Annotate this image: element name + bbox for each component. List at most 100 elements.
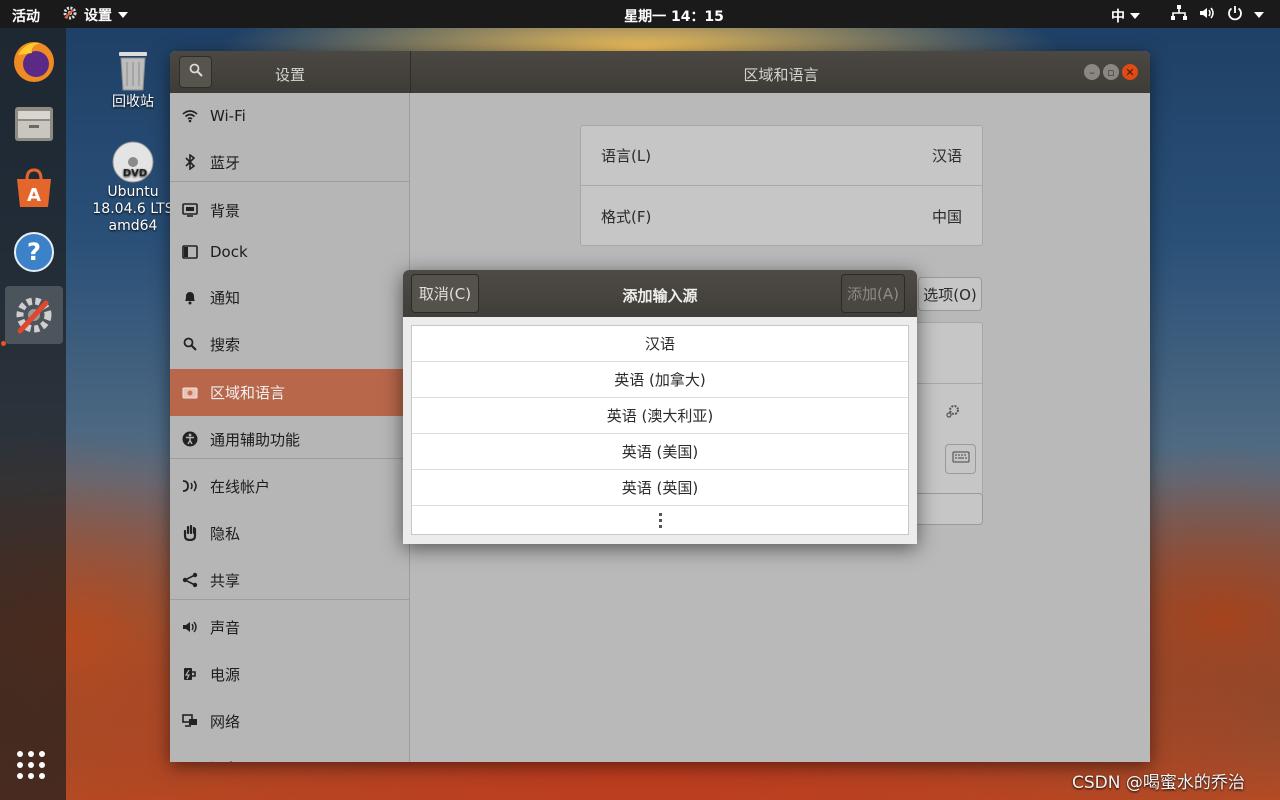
sidebar-item-bluetooth[interactable]: 蓝牙 <box>170 139 410 185</box>
close-button[interactable]: ✕ <box>1122 64 1138 80</box>
minimize-icon: – <box>1089 65 1095 79</box>
sidebar-item-power[interactable]: 电源 <box>170 651 410 697</box>
close-icon: ✕ <box>1125 65 1135 79</box>
more-vertical-icon <box>658 512 662 528</box>
sidebar-item-background[interactable]: 背景 <box>170 187 410 233</box>
list-item-label: 英语 (加拿大) <box>614 371 706 389</box>
sidebar-item-label: 背景 <box>210 201 241 220</box>
sidebar-item-privacy[interactable]: 隐私 <box>170 510 410 556</box>
maximize-button[interactable]: ▫ <box>1103 64 1119 80</box>
keyboard-layout-button[interactable] <box>945 444 976 474</box>
running-indicator <box>1 341 6 346</box>
software-center-icon[interactable]: A <box>5 159 63 217</box>
keyboard-icon <box>952 451 970 467</box>
sidebar-item-label: 蓝牙 <box>210 153 241 172</box>
input-source-settings-icon[interactable] <box>945 403 961 423</box>
network-icon <box>1170 4 1188 26</box>
trash-icon <box>91 46 175 94</box>
sidebar-item-label: 声音 <box>210 618 241 637</box>
sidebar-item-notifications[interactable]: 通知 <box>170 274 410 320</box>
sidebar-item-label: Wi-Fi <box>210 107 246 125</box>
sidebar-item-accessibility[interactable]: 通用辅助功能 <box>170 416 410 462</box>
power-icon <box>1226 4 1244 26</box>
sidebar-item-network[interactable]: 网络 <box>170 698 410 744</box>
bluetooth-icon <box>170 154 210 170</box>
sidebar-separator <box>170 599 410 600</box>
add-input-source-dialog: 取消(C) 添加输入源 添加(A) 汉语 英语 (加拿大) 英语 (澳大利亚) … <box>403 270 917 544</box>
maximize-icon: ▫ <box>1107 65 1115 79</box>
sidebar-item-label: Dock <box>210 243 248 261</box>
trash-desktop-icon[interactable]: 回收站 <box>91 46 175 111</box>
chevron-down-icon <box>1130 13 1140 19</box>
language-formats-panel: 语言(L) 汉语 格式(F) 中国 <box>580 125 983 246</box>
accessibility-icon <box>170 431 210 447</box>
trash-label: 回收站 <box>112 94 154 110</box>
list-item[interactable]: 英语 (美国) <box>412 434 908 470</box>
sidebar-item-label: 通用辅助功能 <box>210 430 301 449</box>
formats-value: 中国 <box>931 207 962 226</box>
sidebar-item-online-accounts[interactable]: 在线帐户 <box>170 463 410 509</box>
volume-icon <box>1198 4 1216 26</box>
sidebar-title: 设置 <box>274 66 305 84</box>
sidebar-separator <box>170 458 410 459</box>
sidebar-item-devices[interactable]: 设备 › <box>170 745 410 763</box>
devices-icon <box>170 761 210 762</box>
hand-icon <box>170 525 210 541</box>
help-icon[interactable]: ? <box>5 223 63 281</box>
chevron-down-icon <box>1254 12 1264 18</box>
search-button[interactable] <box>179 56 212 88</box>
sidebar-item-label: 区域和语言 <box>210 384 286 402</box>
chevron-right-icon: › <box>382 760 388 762</box>
sidebar-item-label: 电源 <box>210 665 241 684</box>
search-icon <box>189 63 203 81</box>
list-item[interactable]: 英语 (英国) <box>412 470 908 506</box>
sidebar-item-label: 网络 <box>210 712 241 731</box>
sidebar-item-region[interactable]: 区域和语言 <box>170 369 410 416</box>
network-icon <box>170 714 210 728</box>
dvd-label-line2: 18.04.6 LTS <box>92 201 174 217</box>
dialog-title: 添加输入源 <box>622 287 698 305</box>
dvd-icon: DVD <box>91 140 175 184</box>
language-row[interactable]: 语言(L) 汉语 <box>581 126 982 186</box>
formats-label: 格式(F) <box>601 207 652 226</box>
online-accounts-icon <box>170 479 210 493</box>
sidebar-item-sharing[interactable]: 共享 <box>170 557 410 603</box>
background-icon <box>170 203 210 217</box>
system-tray[interactable] <box>1170 4 1264 26</box>
minimize-button[interactable]: – <box>1084 64 1100 80</box>
svg-text:DVD: DVD <box>123 168 147 179</box>
add-button[interactable]: 添加(A) <box>841 274 905 313</box>
add-button-label: 添加(A) <box>847 285 899 303</box>
window-header: 设置 区域和语言 – ▫ ✕ <box>170 51 1150 93</box>
settings-icon[interactable] <box>5 286 63 344</box>
power-plug-icon <box>170 666 210 682</box>
language-label: 语言(L) <box>601 147 652 165</box>
formats-row[interactable]: 格式(F) 中国 <box>581 186 982 246</box>
sidebar-item-wifi[interactable]: Wi-Fi <box>170 93 410 139</box>
files-icon[interactable] <box>5 95 63 153</box>
list-item-label: 英语 (英国) <box>621 479 699 497</box>
language-value: 汉语 <box>931 147 962 165</box>
list-item[interactable]: 英语 (加拿大) <box>412 362 908 398</box>
show-applications-icon[interactable] <box>17 751 45 779</box>
wifi-icon <box>170 109 210 123</box>
list-item[interactable]: 英语 (澳大利亚) <box>412 398 908 434</box>
watermark: CSDN @喝蜜水的乔治 <box>1072 773 1245 793</box>
settings-sidebar: Wi-Fi 蓝牙 背景 Dock 通知 搜索 区域和语言 通用辅助功能 在线帐户… <box>170 93 410 762</box>
sidebar-item-label: 搜索 <box>210 335 241 354</box>
top-bar: 活动 设置 星期一 14：15 中 <box>0 0 1280 28</box>
dvd-label-line1: Ubuntu <box>107 184 159 200</box>
clock[interactable]: 星期一 14：15 <box>0 6 1280 26</box>
window-title: 区域和语言 <box>743 66 819 84</box>
more-row[interactable] <box>412 506 908 534</box>
sidebar-item-search[interactable]: 搜索 <box>170 321 410 367</box>
bell-icon <box>170 290 210 305</box>
sidebar-item-dock[interactable]: Dock <box>170 229 410 275</box>
dvd-desktop-icon[interactable]: DVD Ubuntu 18.04.6 LTS amd64 <box>91 140 175 235</box>
input-method-menu[interactable]: 中 <box>1111 6 1140 26</box>
options-button[interactable]: 选项(O) <box>918 277 982 311</box>
firefox-icon[interactable] <box>5 32 63 90</box>
list-item[interactable]: 汉语 <box>412 326 908 362</box>
sidebar-separator <box>170 181 410 182</box>
sidebar-item-sound[interactable]: 声音 <box>170 604 410 650</box>
